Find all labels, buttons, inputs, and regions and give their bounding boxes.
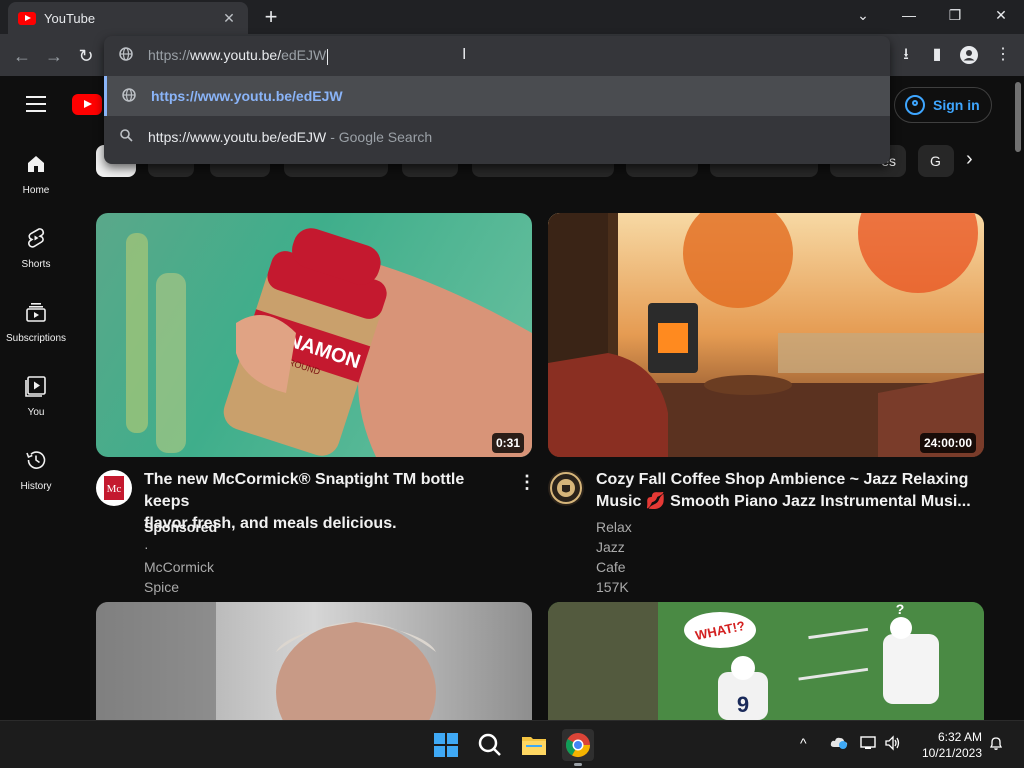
clock-date: 10/21/2023 <box>921 746 982 760</box>
omnibox-suggestion-url[interactable]: https://www.youtu.be/edEJW <box>104 76 890 116</box>
browser-tab-strip: YouTube ✕ + ⌄ — ❐ ✕ <box>0 0 1024 34</box>
tab-youtube[interactable]: YouTube ✕ <box>8 2 248 34</box>
channel-avatar[interactable] <box>548 470 584 506</box>
suggestion-search-desc: - Google Search <box>330 129 433 145</box>
video-title[interactable]: Cozy Fall Coffee Shop Ambience ~ Jazz Re… <box>596 469 976 513</box>
taskbar-file-explorer[interactable] <box>518 729 550 761</box>
sidebar-item-subscriptions[interactable]: Subscriptions <box>0 282 72 356</box>
text-cursor-icon: I <box>462 46 467 63</box>
thumbnail-cinnamon-image: CINNAMON GROUND <box>126 228 532 457</box>
active-app-indicator <box>574 763 582 766</box>
sidebar-item-home[interactable]: Home <box>0 134 72 208</box>
side-panel-icon[interactable]: ▮ <box>924 42 950 68</box>
sidebar-item-you[interactable]: You <box>0 356 72 430</box>
video-duration: 24:00:00 <box>919 433 976 453</box>
tab-search-chevron-icon[interactable]: ⌄ <box>840 0 886 30</box>
shorts-icon <box>27 228 45 248</box>
subscriptions-icon <box>26 303 46 322</box>
suggestion-search-text: https://www.youtu.be/edEJW <box>148 129 327 145</box>
guide-menu-icon[interactable] <box>26 96 46 112</box>
account-icon <box>905 95 925 115</box>
minimize-button[interactable]: — <box>886 0 932 30</box>
svg-text:9: 9 <box>737 692 749 717</box>
address-bar-input[interactable]: https://www.youtu.be/edEJW <box>104 36 890 76</box>
globe-icon <box>107 87 151 105</box>
sign-in-label: Sign in <box>933 97 980 113</box>
taskbar-search-button[interactable] <box>474 729 506 761</box>
history-icon <box>26 451 46 469</box>
forward-button[interactable]: → <box>40 42 68 70</box>
video-thumbnail[interactable]: CINNAMON GROUND 0:31 <box>96 213 532 457</box>
show-hidden-icons-chevron-icon[interactable]: ^ <box>800 735 807 751</box>
chrome-menu-icon[interactable]: ⋮ <box>990 42 1016 68</box>
volume-icon[interactable] <box>884 735 902 754</box>
search-icon <box>478 733 501 756</box>
channel-name[interactable]: Relax Jazz Cafe <box>596 517 636 577</box>
thumbnail-football-image: 9 ? WHAT!? <box>548 602 984 720</box>
youtube-logo-icon[interactable] <box>72 94 102 115</box>
chrome-icon <box>565 733 590 758</box>
omnibox-dropdown: https://www.youtu.be/edEJW I https://www… <box>104 36 890 164</box>
clock-time: 6:32 AM <box>937 730 982 744</box>
youtube-favicon-icon <box>18 11 36 25</box>
svg-text:?: ? <box>896 602 905 617</box>
tab-close-icon[interactable]: ✕ <box>220 10 238 27</box>
video-thumbnail[interactable] <box>96 602 532 720</box>
svg-text:Mc: Mc <box>107 483 122 495</box>
omnibox-suggestion-search[interactable]: https://www.youtu.be/edEJW - Google Sear… <box>104 117 890 157</box>
profile-icon[interactable] <box>956 42 982 68</box>
onedrive-icon[interactable] <box>830 735 848 752</box>
thumbnail-portrait-image <box>96 602 436 720</box>
sidebar-item-shorts[interactable]: Shorts <box>0 208 72 282</box>
site-info-globe-icon[interactable] <box>104 46 148 66</box>
notification-bell-icon[interactable] <box>988 735 1004 754</box>
scrollbar-thumb[interactable] <box>1015 82 1021 152</box>
video-thumbnail[interactable]: 9 ? WHAT!? <box>548 602 984 720</box>
folder-icon <box>522 737 546 755</box>
back-button[interactable]: ← <box>8 42 36 70</box>
search-icon <box>104 129 148 145</box>
page-scrollbar[interactable] <box>1012 76 1024 720</box>
taskbar-chrome[interactable] <box>562 729 594 766</box>
relax-jazz-cafe-logo-icon <box>550 472 582 504</box>
video-meta: Sponsored · McCormick Spice <box>144 519 218 595</box>
thumbnail-autumn-porch-image <box>548 213 984 457</box>
sign-in-button[interactable]: Sign in <box>894 87 992 123</box>
windows-taskbar: ^ 6:32 AM 10/21/2023 <box>0 720 1024 768</box>
mini-guide-sidebar: Home Shorts Subscriptions You History <box>0 134 72 720</box>
network-icon[interactable] <box>860 735 878 754</box>
system-clock[interactable]: 6:32 AM 10/21/2023 <box>910 729 982 761</box>
mccormick-logo-icon: Mc <box>104 476 124 500</box>
you-icon <box>25 376 46 397</box>
reload-button[interactable]: ↻ <box>72 42 100 70</box>
windows-logo-icon <box>434 733 458 757</box>
sidebar-item-history[interactable]: History <box>0 430 72 504</box>
video-thumbnail[interactable]: 24:00:00 <box>548 213 984 457</box>
chips-next-chevron-icon[interactable]: › <box>966 148 973 171</box>
new-tab-button[interactable]: + <box>258 4 284 30</box>
tab-title: YouTube <box>44 10 96 26</box>
channel-avatar[interactable]: Mc <box>96 470 132 506</box>
restore-button[interactable]: ❐ <box>932 0 978 30</box>
address-text: https://www.youtu.be/edEJW <box>148 47 329 65</box>
close-window-button[interactable]: ✕ <box>978 0 1024 30</box>
suggestion-url-text: https://www.youtu.be/edEJW <box>151 88 343 104</box>
more-actions-icon[interactable]: ⋮ <box>518 472 536 493</box>
screen: YouTube ✕ + ⌄ — ❐ ✕ ← → ↻ ⭳ ▮ ⋮ https://… <box>0 0 1024 768</box>
download-icon[interactable]: ⭳ <box>893 42 919 68</box>
chip[interactable]: G <box>918 145 954 177</box>
home-icon <box>28 156 44 172</box>
video-duration: 0:31 <box>491 433 524 453</box>
start-button[interactable] <box>430 729 462 761</box>
